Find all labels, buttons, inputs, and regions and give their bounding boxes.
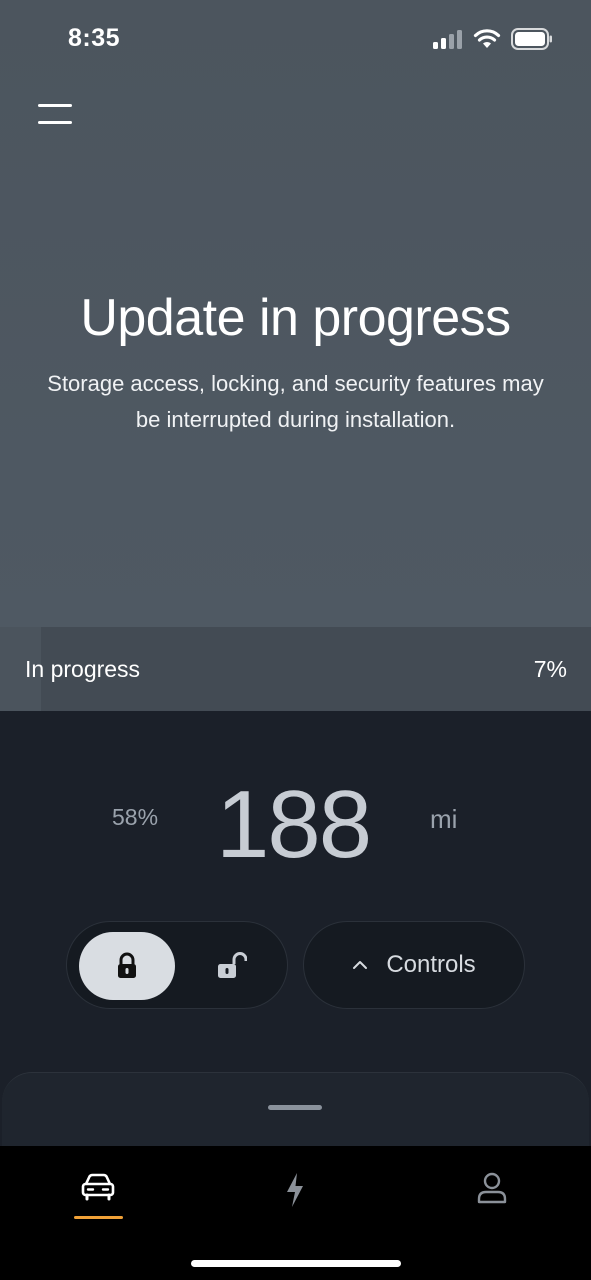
range-value: 188 xyxy=(216,771,372,878)
lock-icon xyxy=(118,952,136,978)
car-icon xyxy=(81,1173,115,1201)
status-icons xyxy=(433,28,553,50)
chevron-up-icon xyxy=(353,961,368,969)
update-progress-label: In progress xyxy=(25,656,141,682)
tab-profile[interactable] xyxy=(462,1172,522,1222)
person-icon xyxy=(477,1172,507,1204)
tab-charging[interactable] xyxy=(265,1172,325,1222)
bottom-sheet[interactable] xyxy=(2,1072,589,1152)
controls-label: Controls xyxy=(386,951,476,978)
wifi-icon xyxy=(473,29,501,48)
status-bar: 8:35 xyxy=(0,0,591,80)
lock-toggle xyxy=(66,921,288,1009)
signal-icon xyxy=(433,30,462,49)
battery-percent: 58% xyxy=(112,804,159,830)
tab-vehicle[interactable] xyxy=(68,1172,128,1222)
lightning-icon xyxy=(287,1173,303,1207)
active-tab-indicator xyxy=(74,1216,123,1219)
unlock-icon xyxy=(218,952,247,978)
range-unit: mi xyxy=(430,804,458,834)
page-title: Update in progress xyxy=(80,289,511,347)
menu-button[interactable] xyxy=(38,104,72,126)
status-time: 8:35 xyxy=(68,24,121,52)
update-subtitle: Storage access, locking, and security fe… xyxy=(47,371,544,432)
home-indicator[interactable] xyxy=(191,1260,401,1267)
lock-button[interactable] xyxy=(79,932,175,1000)
sheet-drag-handle[interactable] xyxy=(268,1105,322,1110)
update-progress-percent: 7% xyxy=(533,656,567,682)
controls-button[interactable]: Controls xyxy=(303,921,525,1009)
unlock-button[interactable] xyxy=(187,932,277,1000)
battery-icon xyxy=(511,28,552,50)
